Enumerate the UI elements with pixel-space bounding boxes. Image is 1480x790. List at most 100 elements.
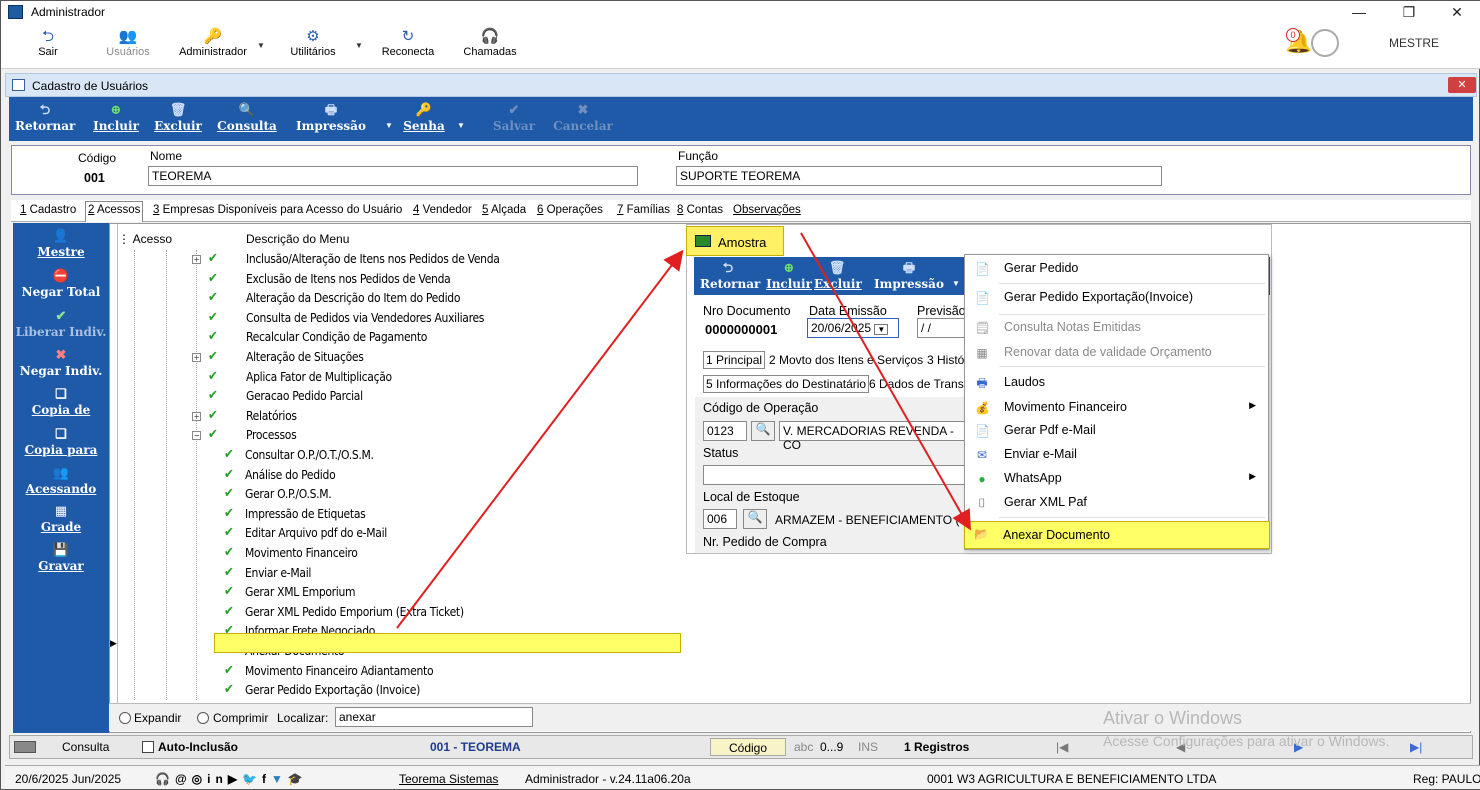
retornar-button[interactable]: ⮌ Retornar	[15, 103, 75, 137]
last-record-icon[interactable]: ▶|	[1410, 740, 1422, 754]
grade-button[interactable]: ▦ Grade	[13, 504, 109, 534]
administrador-button[interactable]: 🔑 Administrador	[173, 28, 253, 66]
check-icon[interactable]: ✔	[224, 663, 234, 678]
mestre-button[interactable]: 👤 Mestre	[13, 229, 109, 259]
nome-field[interactable]: TEOREMA	[148, 166, 638, 186]
expand-node-icon[interactable]: +	[192, 353, 201, 362]
tree-row[interactable]: ✔ Enviar e-Mail	[110, 564, 680, 584]
salvar-button[interactable]: ✔ Salvar	[489, 103, 539, 137]
menu-item[interactable]: 🗒 Consulta Notas Emitidas	[966, 316, 1268, 340]
negar-total-button[interactable]: ⛔ Negar Total	[13, 269, 109, 299]
consulta-button[interactable]: 🔍 Consulta	[215, 103, 279, 137]
check-icon[interactable]: ✔	[224, 525, 234, 540]
funcao-field[interactable]: SUPORTE TEOREMA	[676, 166, 1162, 186]
impressao-button[interactable]: 🖶 Impressão	[295, 103, 367, 137]
tab-contas[interactable]: 8 Contas	[677, 204, 723, 216]
teorema-sistemas-link[interactable]: Teorema Sistemas	[399, 772, 498, 786]
tree-row[interactable]: + ✔ Relatórios	[110, 407, 680, 427]
tree-row[interactable]: ✔ Alteração da Descrição do Item do Pedid…	[110, 289, 680, 309]
inset-impressao-dropdown-icon[interactable]: ▼	[952, 279, 960, 288]
first-record-icon[interactable]: |◀	[1056, 740, 1068, 754]
menu-item[interactable]: 📄 Gerar Pedido Exportação(Invoice)	[966, 286, 1268, 310]
minimize-button[interactable]: —	[1339, 1, 1379, 23]
inset-excluir-button[interactable]: 🗑 Excluir	[814, 261, 862, 295]
tree-row[interactable]: ✔ Impressão de Etiquetas	[110, 505, 680, 525]
incluir-button[interactable]: ⊕ Incluir	[91, 103, 141, 137]
expand-node-icon[interactable]: +	[192, 255, 201, 264]
check-icon[interactable]: ✔	[208, 349, 218, 364]
check-icon[interactable]: ✔	[208, 329, 218, 344]
headset-icon[interactable]: 🎧	[155, 772, 175, 786]
acessando-button[interactable]: 👥 Acessando	[13, 466, 109, 496]
tab-observacoes[interactable]: Observações	[733, 204, 801, 216]
tree-row[interactable]: ✔ Consultar O.P./O.T./O.S.M.	[110, 446, 680, 466]
inset-tab-historico[interactable]: 3 Histó	[927, 353, 964, 367]
tab-operacoes[interactable]: 6 Operações	[537, 204, 603, 216]
tab-alcada[interactable]: 5 Alçada	[482, 204, 526, 216]
check-icon[interactable]: ✔	[208, 251, 218, 266]
facebook-icon[interactable]: f	[262, 772, 271, 786]
tree-row[interactable]: + ✔ Alteração de Situações	[110, 348, 680, 368]
inset-tab-transporte[interactable]: 6 Dados de Transp	[869, 377, 970, 391]
reconecta-button[interactable]: ↻ Reconecta	[375, 28, 441, 66]
check-icon[interactable]: ✔	[224, 604, 234, 619]
linkedin-icon[interactable]: in	[207, 772, 228, 786]
expandir-radio[interactable]	[119, 712, 131, 724]
child-close-button[interactable]: ✕	[1448, 77, 1476, 93]
tree-row[interactable]: ✔ Consulta de Pedidos via Vendedores Auxi…	[110, 309, 680, 329]
status-field[interactable]	[703, 465, 967, 485]
check-icon[interactable]: ✔	[224, 545, 234, 560]
tree-row[interactable]: ✔ Editar Arquivo pdf do e-Mail	[110, 524, 680, 544]
menu-item[interactable]: 🖶 Laudos	[966, 371, 1268, 395]
tree-row[interactable]: − ✔ Processos	[110, 426, 680, 446]
impressao-dropdown-icon[interactable]: ▼	[385, 121, 393, 130]
check-icon[interactable]: ✔	[224, 467, 234, 482]
inset-tab-movto[interactable]: 2 Movto dos Itens e Serviços	[769, 353, 923, 367]
tree-row[interactable]: ✔ Exclusão de Itens nos Pedidos de Venda	[110, 270, 680, 290]
social-icons[interactable]: 🎧@◎in▶🐦f▼🎓	[155, 772, 308, 786]
menu-item[interactable]: 📄 Gerar Pedido	[966, 257, 1268, 281]
auto-inclusao-checkbox[interactable]	[142, 741, 154, 753]
utilitarios-dropdown-icon[interactable]: ▼	[355, 41, 363, 50]
copia-de-button[interactable]: ❏ Copia de	[13, 387, 109, 417]
gravar-button[interactable]: 💾 Gravar	[13, 543, 109, 573]
check-icon[interactable]: ✔	[224, 565, 234, 580]
tab-acessos[interactable]: 2 Acessos	[85, 201, 144, 222]
tree-row[interactable]: ✔ Gerar XML Pedido Emporium (Extra Ticket…	[110, 603, 680, 623]
tree-row[interactable]: ✔ Movimento Financeiro	[110, 544, 680, 564]
tree-row[interactable]: ✔ Recalcular Condição de Pagamento	[110, 328, 680, 348]
inset-retornar-button[interactable]: ⮌ Retornar	[700, 261, 760, 295]
tree-row[interactable]: ✔ Gerar Pedido Exportação (Invoice)	[110, 681, 680, 701]
previsao-field[interactable]: / /	[917, 318, 965, 338]
inset-incluir-button[interactable]: ⊕ Incluir	[766, 261, 812, 295]
utilitarios-button[interactable]: ⚙ Utilitários	[283, 28, 343, 66]
menu-item[interactable]: ⌷ Gerar XML Paf	[966, 491, 1268, 515]
tab-empresas[interactable]: 3 Empresas Disponíveis para Acesso do Us…	[153, 204, 402, 216]
administrador-dropdown-icon[interactable]: ▼	[257, 41, 265, 50]
tree-row[interactable]: ✔ Movimento Financeiro Adiantamento	[110, 662, 680, 682]
search-icon[interactable]: 🔍	[751, 421, 775, 441]
check-icon[interactable]: ✔	[208, 310, 218, 325]
menu-item[interactable]: ▦ Renovar data de validade Orçamento	[966, 341, 1268, 365]
calendar-dropdown-icon[interactable]: ▼	[874, 324, 889, 335]
tab-cadastro[interactable]: 1 Cadastro	[20, 204, 76, 216]
menu-item[interactable]: ✉ Enviar e-Mail	[966, 443, 1268, 467]
inset-tab-principal[interactable]: 1 Principal	[703, 351, 766, 369]
tree-row[interactable]: ✔ Aplica Fator de Multiplicação	[110, 368, 680, 388]
codigo-operacao-field[interactable]: 0123	[703, 421, 747, 441]
close-button[interactable]: ✕	[1437, 1, 1477, 23]
check-icon[interactable]: ✔	[208, 427, 218, 442]
tree-row[interactable]: ✔ Gerar XML Emporium	[110, 583, 680, 603]
menu-item[interactable]: ● WhatsApp ▶	[966, 467, 1268, 491]
check-icon[interactable]: ✔	[208, 388, 218, 403]
check-icon[interactable]: ✔	[208, 290, 218, 305]
data-emissao-field[interactable]: 20/06/2025 ▼	[807, 318, 899, 338]
usuarios-button[interactable]: 👥 Usuários	[99, 28, 157, 66]
chamadas-button[interactable]: 🎧 Chamadas	[457, 28, 523, 66]
check-icon[interactable]: ✔	[208, 369, 218, 384]
tab-vendedor[interactable]: 4 Vendedor	[413, 204, 472, 216]
tree-row[interactable]: ✔ Análise do Pedido	[110, 466, 680, 486]
check-icon[interactable]: ✔	[224, 486, 234, 501]
expand-node-icon[interactable]: +	[192, 411, 201, 421]
comprimir-radio[interactable]	[197, 712, 209, 724]
